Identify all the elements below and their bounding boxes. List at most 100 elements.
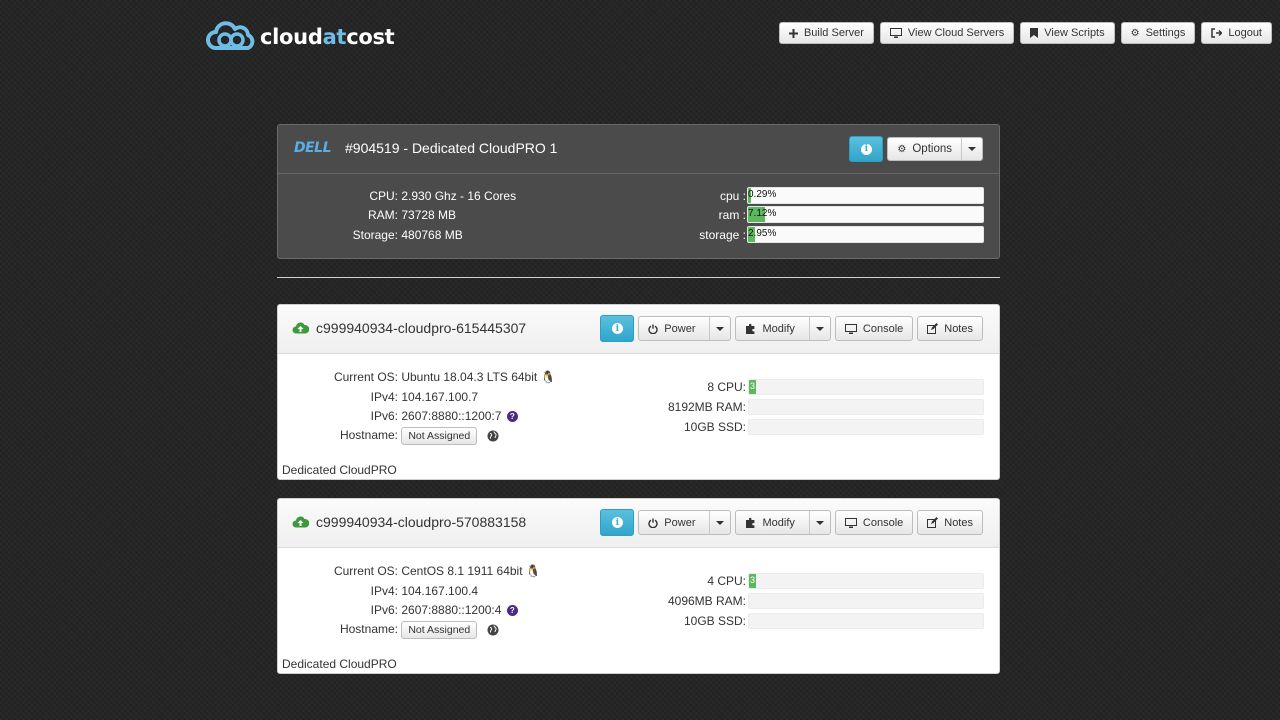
server-panel-header: c999940934-cloudpro-570883158 i Power Mo… (278, 499, 999, 548)
server-panel-body: Current OS: Ubuntu 18.04.3 LTS 64bit 🐧 I… (278, 354, 999, 480)
view-scripts-button[interactable]: View Scripts (1020, 22, 1115, 44)
cpu-spec: CPU: 2.930 Ghz - 16 Cores (369, 189, 517, 203)
top-nav: Build Server View Cloud Servers View Scr… (778, 22, 1272, 44)
build-server-button[interactable]: Build Server (778, 22, 874, 44)
ssd-resource-bar (748, 613, 984, 629)
help-icon[interactable]: ? (506, 605, 518, 617)
hostname-row: Hostname: Not Assigned (278, 621, 499, 639)
modify-dropdown-button[interactable]: Modify (735, 316, 831, 341)
storage-spec: Storage: 480768 MB (352, 228, 463, 242)
console-button[interactable]: Console (834, 510, 914, 535)
hostname-button[interactable]: Not Assigned (401, 427, 478, 445)
monitor-icon (844, 517, 857, 528)
info-icon: i (611, 323, 623, 334)
power-icon (648, 518, 658, 528)
hostname-row: Hostname: Not Assigned (278, 427, 499, 445)
cpu-resource-label: 4 CPU: (707, 574, 746, 588)
ssd-resource-label: 10GB SSD: (683, 614, 746, 628)
cloud-upload-icon (292, 322, 309, 334)
cpu-usage-label: cpu : (719, 189, 746, 203)
server-name: c999940934-cloudpro-570883158 (316, 514, 527, 530)
linux-penguin-icon: 🐧 (525, 564, 541, 578)
chevron-down-icon (968, 147, 976, 151)
chevron-down-icon (716, 326, 725, 331)
linux-penguin-icon: 🐧 (540, 370, 556, 384)
ram-resource-bar (748, 593, 984, 609)
dedicated-title: #904519 - Dedicated CloudPRO 1 (345, 140, 558, 156)
logout-button[interactable]: Logout (1201, 22, 1272, 44)
server-info-button[interactable]: i (600, 509, 635, 536)
server-plan: Dedicated CloudPRO (282, 657, 397, 671)
dedicated-actions: i ⚙ Options (849, 136, 983, 162)
settings-button[interactable]: ⚙ Settings (1120, 22, 1196, 44)
power-caret[interactable] (709, 317, 730, 340)
gear-icon: ⚙ (897, 143, 907, 155)
notes-button[interactable]: Notes (917, 510, 983, 535)
options-caret[interactable] (961, 138, 982, 160)
chevron-down-icon (815, 326, 824, 331)
ram-spec: RAM: 73728 MB (368, 208, 457, 222)
server-panel-header: c999940934-cloudpro-615445307 i Power Mo… (278, 305, 999, 354)
server-name: c999940934-cloudpro-615445307 (316, 320, 527, 336)
edit-icon (927, 517, 939, 528)
storage-usage-text: 2.95% (748, 228, 777, 239)
logo-text: cloudatcost (260, 25, 395, 49)
storage-usage-bar: 2.95% (747, 226, 984, 243)
cpu-resource-text: 3 (750, 381, 756, 391)
edit-icon (927, 323, 939, 334)
power-icon (648, 324, 658, 334)
puzzle-icon (745, 323, 756, 334)
ram-resource-bar (748, 399, 984, 415)
info-icon: i (860, 143, 872, 155)
server-info-button[interactable]: i (600, 315, 635, 342)
ram-usage-text: 7.12% (748, 208, 777, 219)
power-caret[interactable] (709, 511, 730, 534)
storage-usage-label: storage : (699, 228, 746, 242)
notes-button[interactable]: Notes (917, 316, 983, 341)
cpu-usage-bar: 0.29% (747, 187, 984, 204)
ram-resource-label: 8192MB RAM: (667, 400, 746, 414)
server-actions: i Power Modify Console Notes (600, 315, 983, 342)
chevron-down-icon (815, 520, 824, 525)
plus-icon (788, 28, 798, 38)
cpu-resource-bar: 3 (748, 379, 984, 395)
brand-logo[interactable]: cloudatcost (204, 18, 395, 56)
ram-usage-label: ram : (718, 208, 746, 222)
info-icon: i (611, 517, 623, 528)
section-divider (277, 277, 1000, 278)
cpu-usage-text: 0.29% (748, 189, 777, 200)
cpu-resource-label: 8 CPU: (707, 380, 746, 394)
globe-icon[interactable] (487, 430, 499, 442)
modify-caret[interactable] (808, 317, 830, 340)
server-panel-body: Current OS: CentOS 8.1 1911 64bit 🐧 IPv4… (278, 548, 999, 674)
globe-icon[interactable] (487, 624, 499, 636)
cpu-resource-bar: 3 (748, 573, 984, 589)
current-os-row: Current OS: Ubuntu 18.04.3 LTS 64bit 🐧 (333, 370, 556, 384)
monitor-icon (844, 323, 857, 334)
console-button[interactable]: Console (834, 316, 914, 341)
ipv4-row: IPv4: 104.167.100.7 (370, 390, 479, 404)
ssd-resource-label: 10GB SSD: (683, 420, 746, 434)
cloud-logo-icon (206, 21, 255, 50)
power-dropdown-button[interactable]: Power (638, 510, 732, 535)
chevron-down-icon (716, 520, 725, 525)
server-panel: c999940934-cloudpro-615445307 i Power Mo… (277, 304, 1000, 480)
dedicated-info-button[interactable]: i (849, 136, 884, 162)
modify-caret[interactable] (808, 511, 830, 534)
server-panel: c999940934-cloudpro-570883158 i Power Mo… (277, 498, 1000, 674)
hostname-button[interactable]: Not Assigned (401, 621, 478, 639)
gears-icon: ⚙ (1130, 27, 1140, 39)
cloud-upload-icon (292, 516, 309, 528)
ipv6-row: IPv6: 2607:8880::1200:7 ? (278, 409, 518, 423)
options-dropdown-button[interactable]: ⚙ Options (887, 137, 983, 161)
server-plan: Dedicated CloudPRO (282, 463, 397, 477)
view-cloud-servers-button[interactable]: View Cloud Servers (879, 22, 1015, 44)
server-actions: i Power Modify Console Notes (600, 509, 983, 536)
dedicated-panel-header: DELL #904519 - Dedicated CloudPRO 1 i ⚙ … (278, 125, 999, 174)
dell-logo: DELL (294, 140, 332, 156)
current-os-row: Current OS: CentOS 8.1 1911 64bit 🐧 (333, 564, 541, 578)
dedicated-server-panel: DELL #904519 - Dedicated CloudPRO 1 i ⚙ … (277, 124, 1000, 259)
modify-dropdown-button[interactable]: Modify (735, 510, 831, 535)
power-dropdown-button[interactable]: Power (638, 316, 732, 341)
help-icon[interactable]: ? (506, 411, 518, 423)
